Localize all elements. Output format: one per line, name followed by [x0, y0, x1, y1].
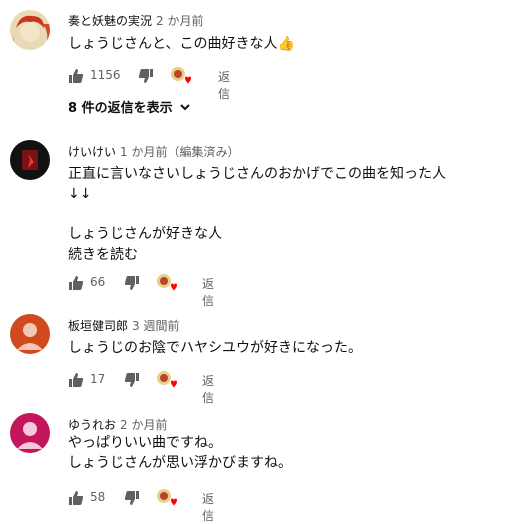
reply-button[interactable]: 返信: [202, 275, 214, 309]
avatar[interactable]: [10, 314, 50, 354]
comment-text: 正直に言いなさいしょうじさんのおかげでこの曲を知った人 ↓↓ しょうじさんが好き…: [68, 164, 446, 244]
reply-button[interactable]: 返信: [218, 68, 230, 102]
thumbs-up-icon: [69, 276, 84, 290]
creator-heart-badge: [156, 488, 177, 508]
read-more-link[interactable]: 続きを読む: [68, 244, 138, 264]
dislike-button[interactable]: [124, 368, 140, 392]
thumbs-up-icon: [69, 373, 84, 387]
reply-button[interactable]: 返信: [202, 490, 214, 524]
comment-header: 奏と妖魅の実況 2 か月前: [68, 12, 203, 29]
reply-button[interactable]: 返信: [202, 372, 214, 406]
author-name[interactable]: 奏と妖魅の実況: [68, 14, 152, 28]
comment-line: [68, 204, 446, 224]
creator-heart-icon: [157, 489, 177, 506]
comment-line: ↓↓: [68, 186, 92, 202]
comment-line: しょうじさんが思い浮かびますね。: [68, 455, 292, 471]
comment-text: やっぱりいい曲ですね。 しょうじさんが思い浮かびますね。: [68, 433, 292, 473]
thumbs-up-icon: [69, 491, 84, 505]
comment-line: しょうじさんと、この曲好きな人👍: [68, 36, 295, 52]
creator-heart-badge: [156, 370, 177, 390]
like-button[interactable]: [68, 64, 84, 88]
author-name[interactable]: ゆうれお: [68, 418, 116, 432]
avatar[interactable]: [10, 140, 50, 180]
comment-time[interactable]: 2 か月前: [156, 14, 203, 28]
comment-line: しょうじのお陰でハヤシユウが好きになった。: [68, 340, 362, 356]
creator-heart-badge: [170, 66, 191, 86]
like-count: 1156: [90, 68, 121, 82]
comment-text: しょうじさんと、この曲好きな人👍: [68, 34, 295, 54]
like-button[interactable]: [68, 486, 84, 510]
like-count: 66: [90, 275, 106, 289]
creator-heart-icon: [157, 274, 177, 291]
like-count: 17: [90, 372, 106, 386]
comment-header: 板垣健司郎 3 週間前: [68, 317, 179, 334]
thumbs-down-icon: [124, 373, 139, 387]
creator-heart-icon: [157, 371, 177, 388]
creator-heart-icon: [171, 67, 191, 84]
creator-heart-badge: [156, 273, 177, 293]
show-replies-button[interactable]: 8 件の返信を表示: [68, 97, 191, 116]
dislike-button[interactable]: [124, 271, 140, 295]
comment-time[interactable]: 2 か月前: [120, 418, 167, 432]
show-replies-label: 8 件の返信を表示: [68, 101, 173, 116]
comment-header: けいけい 1 か月前（編集済み）: [68, 143, 239, 160]
author-name[interactable]: けいけい: [68, 145, 116, 159]
thumbs-up-icon: [69, 69, 84, 83]
thumbs-down-icon: [124, 491, 139, 505]
chevron-down-icon: [180, 104, 190, 111]
dislike-button[interactable]: [124, 486, 140, 510]
thumbs-down-icon: [138, 69, 153, 83]
comment-time[interactable]: 3 週間前: [132, 319, 179, 333]
like-button[interactable]: [68, 271, 84, 295]
author-name[interactable]: 板垣健司郎: [68, 319, 128, 333]
comment-text: しょうじのお陰でハヤシユウが好きになった。: [68, 338, 362, 358]
dislike-button[interactable]: [138, 64, 154, 88]
avatar[interactable]: [10, 413, 50, 453]
avatar[interactable]: [10, 10, 50, 50]
comment-line: しょうじさんが好きな人: [68, 226, 222, 242]
comment-time[interactable]: 1 か月前（編集済み）: [120, 145, 239, 159]
thumbs-down-icon: [124, 276, 139, 290]
comment-line: やっぱりいい曲ですね。: [68, 435, 222, 451]
like-count: 58: [90, 490, 106, 504]
like-button[interactable]: [68, 368, 84, 392]
comment-header: ゆうれお 2 か月前: [68, 416, 167, 433]
comment-line: 正直に言いなさいしょうじさんのおかげでこの曲を知った人: [68, 166, 446, 182]
